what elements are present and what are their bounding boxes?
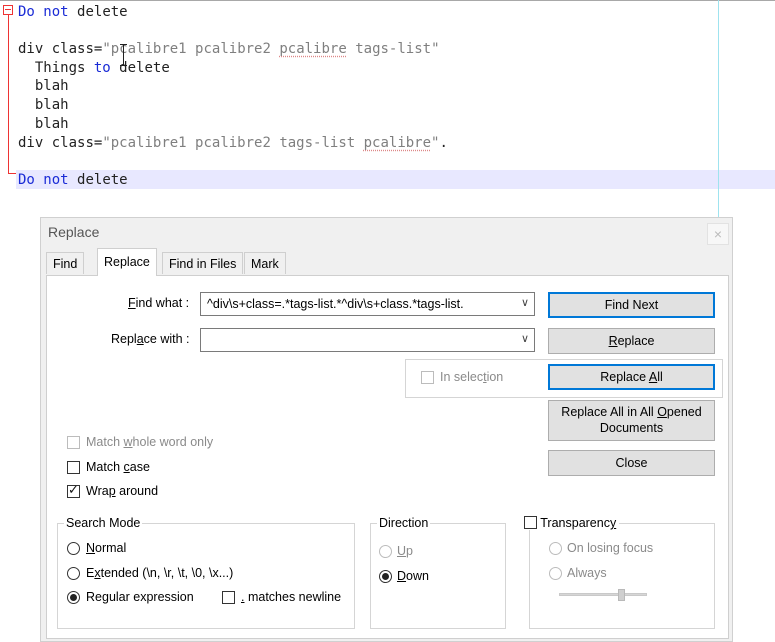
string-token: " xyxy=(102,41,111,57)
match-case-checkbox[interactable] xyxy=(67,461,80,474)
close-button[interactable]: Close xyxy=(548,450,715,476)
transparency-title: Transparency xyxy=(521,516,620,530)
code-line-8[interactable]: div class="pcalibre1 pcalibre2 tags-list… xyxy=(18,134,448,152)
match-whole-word-checkbox[interactable] xyxy=(67,436,80,449)
mode-regex-label: Regular expression xyxy=(86,590,194,604)
find-what-input[interactable]: ^div\s+class=.*tags-list.*^div\s+class.*… xyxy=(200,292,535,316)
tab-find[interactable]: Find xyxy=(46,252,85,274)
text-token: class= xyxy=(51,41,103,57)
find-what-label: Find what : xyxy=(128,296,190,310)
mode-regex-radio[interactable] xyxy=(67,591,80,604)
text-token: class= xyxy=(51,135,103,151)
fold-end-marker xyxy=(8,173,16,174)
transparency-slider-thumb[interactable] xyxy=(618,589,625,601)
tab-replace[interactable]: Replace xyxy=(97,248,157,276)
code-line-10[interactable]: Do not delete xyxy=(18,171,128,189)
replace-with-label: Replace with : xyxy=(111,332,190,346)
text-token: blah xyxy=(34,116,69,132)
mode-extended-label: Extended (\n, \r, \t, \0, \x...) xyxy=(86,566,234,580)
code-line-4[interactable]: Things to delete xyxy=(18,59,170,77)
direction-up-radio[interactable] xyxy=(379,545,392,558)
in-selection-checkbox[interactable] xyxy=(421,371,434,384)
tab-mark[interactable]: Mark xyxy=(244,252,286,274)
string-token: tags-list" xyxy=(355,41,440,57)
editor-top-border xyxy=(0,0,775,1)
wrap-around-checkbox[interactable]: ✓ xyxy=(67,482,80,498)
always-radio[interactable] xyxy=(549,567,562,580)
keyword-token: to xyxy=(93,60,111,76)
radio-selected-dot xyxy=(70,594,77,601)
direction-down-label: Down xyxy=(397,569,429,583)
always-label: Always xyxy=(567,566,607,580)
direction-title: Direction xyxy=(377,516,431,530)
replace-dialog: Replace × Find Replace Find in Files Mar… xyxy=(40,217,733,642)
matches-newline-checkbox[interactable] xyxy=(222,591,235,604)
radio-selected-dot xyxy=(382,573,389,580)
keyword-token: not xyxy=(43,4,69,20)
keyword-token: Do xyxy=(18,4,35,20)
replace-all-opened-docs-button[interactable]: Replace All in All Opened Documents xyxy=(548,400,715,441)
mode-normal-radio[interactable] xyxy=(67,542,80,555)
replace-button[interactable]: Replace xyxy=(548,328,715,354)
replace-panel: Find what : ^div\s+class=.*tags-list.*^d… xyxy=(46,275,729,639)
text-token: delete xyxy=(77,4,128,20)
text-token: delete xyxy=(119,60,170,76)
tab-find-in-files[interactable]: Find in Files xyxy=(162,252,244,274)
text-token: . xyxy=(439,135,448,151)
text-token: delete xyxy=(77,172,128,188)
fold-margin-line xyxy=(8,12,9,174)
code-line-3[interactable]: div class="pcalibre1 pcalibre2 pcalibre … xyxy=(18,40,440,58)
text-token: blah xyxy=(34,97,69,113)
current-line-highlight xyxy=(16,170,775,189)
transparency-checkbox[interactable] xyxy=(524,516,537,529)
text-token: Things xyxy=(34,60,86,76)
in-selection-label: In selection xyxy=(440,370,504,384)
matches-newline-label: . matches newline xyxy=(241,590,342,604)
code-line-1[interactable]: Do not delete xyxy=(18,3,128,21)
replace-with-input[interactable]: ∨ xyxy=(200,328,535,352)
checkmark-icon: ✓ xyxy=(68,482,79,497)
string-token-misspelled: pcalibre xyxy=(363,135,432,151)
match-whole-word-label: Match whole word only xyxy=(86,435,214,449)
search-mode-title: Search Mode xyxy=(64,516,143,530)
mode-extended-radio[interactable] xyxy=(67,567,80,580)
wrap-around-label: Wrap around xyxy=(86,484,159,498)
replace-all-button[interactable]: Replace All xyxy=(548,364,715,390)
code-line-5[interactable]: blah xyxy=(18,77,69,95)
match-case-label: Match case xyxy=(86,460,150,474)
string-token-misspelled: pcalibre xyxy=(279,41,347,57)
code-line-7[interactable]: blah xyxy=(18,115,69,133)
chevron-down-icon[interactable]: ∨ xyxy=(521,332,529,345)
transparency-slider-track[interactable] xyxy=(559,593,647,596)
direction-down-radio[interactable] xyxy=(379,570,392,583)
dialog-title: Replace xyxy=(48,224,100,240)
direction-up-label: Up xyxy=(397,544,413,558)
find-next-button[interactable]: Find Next xyxy=(548,292,715,318)
on-losing-focus-radio[interactable] xyxy=(549,542,562,555)
close-icon[interactable]: × xyxy=(707,223,729,245)
string-token: "pcalibre1 pcalibre2 tags-list xyxy=(102,135,364,151)
text-token: div xyxy=(18,41,44,57)
on-losing-focus-label: On losing focus xyxy=(567,541,654,555)
fold-collapse-icon[interactable] xyxy=(3,5,13,15)
keyword-token: not xyxy=(43,172,69,188)
code-line-6[interactable]: blah xyxy=(18,96,69,114)
text-token: div xyxy=(18,135,44,151)
string-token: pcalibre2 xyxy=(195,41,271,57)
keyword-token: Do xyxy=(18,172,35,188)
find-what-value: ^div\s+class=.*tags-list.*^div\s+class.*… xyxy=(207,297,464,311)
chevron-down-icon[interactable]: ∨ xyxy=(521,296,529,309)
text-token: blah xyxy=(34,78,69,94)
mode-normal-label: Normal xyxy=(86,541,127,555)
